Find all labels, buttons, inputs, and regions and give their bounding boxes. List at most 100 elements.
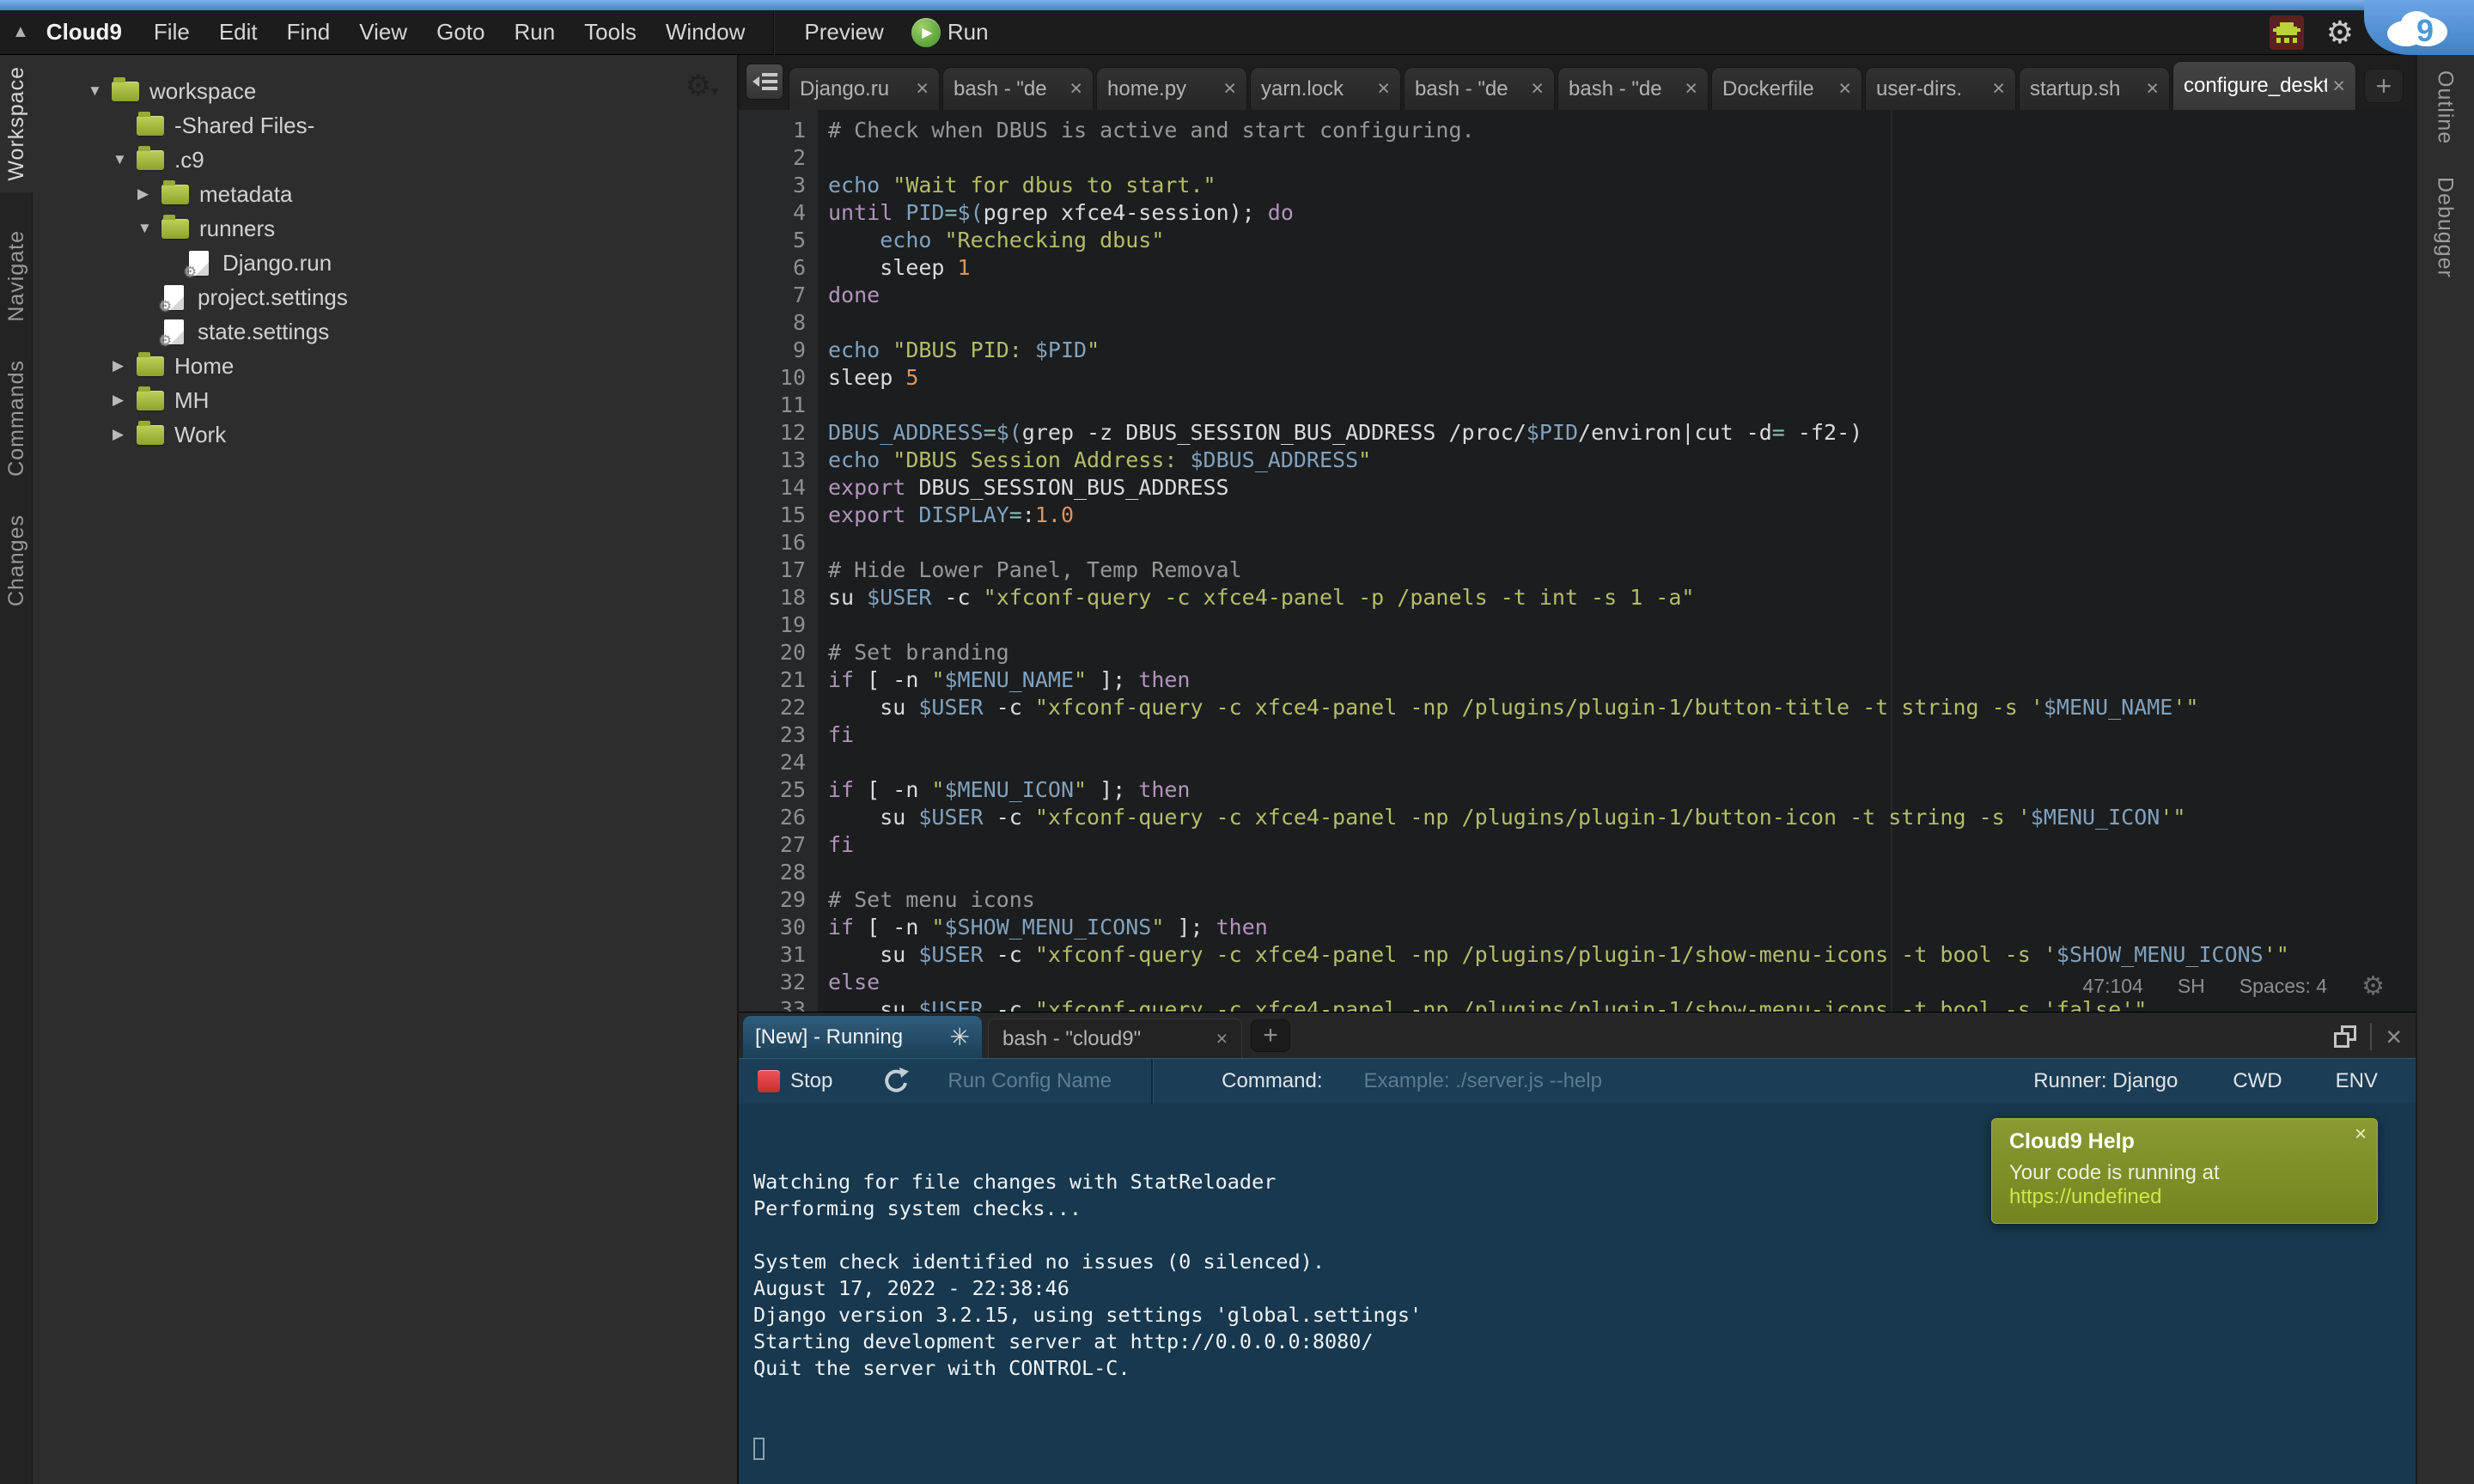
- close-tab-icon[interactable]: ×: [916, 76, 929, 101]
- tree-item-django-run[interactable]: Django.run: [33, 246, 737, 280]
- tree-item-runners[interactable]: ▼runners: [33, 211, 737, 246]
- run-config-name-input[interactable]: Run Config Name: [948, 1069, 1112, 1093]
- line-number[interactable]: 31: [739, 941, 806, 969]
- tab-list-button[interactable]: [746, 64, 783, 100]
- line-number[interactable]: 1: [739, 117, 806, 144]
- debugger-bug-icon[interactable]: [2270, 15, 2304, 50]
- workspace-settings-gear-icon[interactable]: ⚙▾: [685, 69, 718, 103]
- line-number[interactable]: 29: [739, 886, 806, 914]
- tree-item--shared-files-[interactable]: -Shared Files-: [33, 108, 737, 143]
- line-number[interactable]: 14: [739, 474, 806, 502]
- tree-item-work[interactable]: ▶Work: [33, 417, 737, 452]
- close-tab-icon[interactable]: ×: [2146, 76, 2159, 101]
- disclosure-closed-icon[interactable]: ▶: [113, 357, 137, 374]
- settings-gear-icon[interactable]: ⚙: [2326, 15, 2354, 51]
- menu-window[interactable]: Window: [666, 19, 745, 46]
- editor-tab-bash-de[interactable]: bash - "de×: [942, 67, 1094, 110]
- line-number[interactable]: 15: [739, 502, 806, 529]
- run-button[interactable]: ▶ Run: [911, 18, 989, 47]
- close-tab-icon[interactable]: ×: [1223, 76, 1236, 101]
- line-number[interactable]: 18: [739, 584, 806, 611]
- running-url-link[interactable]: https://undefined: [2009, 1185, 2161, 1208]
- disclosure-closed-icon[interactable]: ▶: [137, 186, 161, 203]
- new-console-tab-button[interactable]: +: [1251, 1019, 1290, 1052]
- close-tab-icon[interactable]: ×: [1216, 1027, 1228, 1050]
- line-number[interactable]: 28: [739, 859, 806, 886]
- close-tab-icon[interactable]: ×: [1377, 76, 1390, 101]
- tree-item-mh[interactable]: ▶MH: [33, 383, 737, 417]
- line-number[interactable]: 16: [739, 529, 806, 556]
- rail-tab-debugger[interactable]: Debugger: [2416, 177, 2474, 278]
- maximize-panel-icon[interactable]: [2334, 1025, 2356, 1048]
- line-number[interactable]: 23: [739, 721, 806, 749]
- new-tab-button[interactable]: +: [2364, 69, 2404, 103]
- collapse-menubar-icon[interactable]: ▲: [12, 22, 29, 42]
- cloud9-logo-icon[interactable]: 9: [2382, 6, 2456, 49]
- notification-close-icon[interactable]: ×: [2355, 1122, 2367, 1146]
- rail-tab-workspace[interactable]: Workspace: [0, 55, 34, 192]
- editor-code-area[interactable]: # Check when DBUS is active and start co…: [818, 110, 2416, 1012]
- console-tab-bash-cloud9-[interactable]: bash - "cloud9"×: [988, 1019, 1242, 1058]
- line-number[interactable]: 2: [739, 144, 806, 172]
- menu-goto[interactable]: Goto: [436, 19, 484, 46]
- line-number[interactable]: 12: [739, 419, 806, 447]
- editor-gutter[interactable]: 1234567891011121314151617181920212223242…: [739, 110, 818, 1012]
- command-input[interactable]: Example: ./server.js --help: [1364, 1069, 1602, 1093]
- restart-icon[interactable]: [882, 1067, 910, 1096]
- cursor-position[interactable]: 47:104: [2082, 975, 2142, 998]
- indent-setting[interactable]: Spaces: 4: [2239, 975, 2327, 998]
- line-number[interactable]: 13: [739, 447, 806, 474]
- rail-tab-changes[interactable]: Changes: [0, 514, 33, 606]
- line-number[interactable]: 24: [739, 749, 806, 776]
- line-number[interactable]: 26: [739, 804, 806, 831]
- line-number[interactable]: 10: [739, 364, 806, 392]
- menu-file[interactable]: File: [154, 19, 190, 46]
- menu-cloud9[interactable]: Cloud9: [46, 19, 122, 46]
- close-tab-icon[interactable]: ×: [1685, 76, 1697, 101]
- editor-prefs-gear-icon[interactable]: ⚙: [2361, 971, 2385, 1001]
- menu-view[interactable]: View: [359, 19, 407, 46]
- editor-tab-django-ru[interactable]: Django.ru×: [789, 67, 940, 110]
- line-number[interactable]: 4: [739, 199, 806, 227]
- editor-tab-bash-de[interactable]: bash - "de×: [1404, 67, 1555, 110]
- editor-tab-bash-de[interactable]: bash - "de×: [1557, 67, 1709, 110]
- editor-tab-configure-deskt[interactable]: configure_deskt×: [2172, 61, 2356, 110]
- menu-tools[interactable]: Tools: [584, 19, 637, 46]
- stop-button-label[interactable]: Stop: [790, 1069, 832, 1093]
- editor-tab-home-py[interactable]: home.py×: [1096, 67, 1247, 110]
- disclosure-open-icon[interactable]: ▼: [88, 82, 112, 100]
- tree-item-workspace[interactable]: ▼workspace: [33, 74, 737, 108]
- line-number[interactable]: 11: [739, 392, 806, 419]
- editor-tab-user-dirs-[interactable]: user-dirs.×: [1865, 67, 2016, 110]
- tree-item-project-settings[interactable]: project.settings: [33, 280, 737, 314]
- tree-item-metadata[interactable]: ▶metadata: [33, 177, 737, 211]
- tree-item-state-settings[interactable]: state.settings: [33, 314, 737, 349]
- disclosure-open-icon[interactable]: ▼: [137, 220, 161, 237]
- line-number[interactable]: 19: [739, 611, 806, 639]
- cwd-button[interactable]: CWD: [2233, 1069, 2282, 1093]
- close-tab-icon[interactable]: ×: [2332, 74, 2345, 99]
- close-tab-icon[interactable]: ×: [1069, 76, 1082, 101]
- line-number[interactable]: 32: [739, 969, 806, 996]
- env-button[interactable]: ENV: [2336, 1069, 2378, 1093]
- close-tab-icon[interactable]: ×: [1838, 76, 1851, 101]
- line-number[interactable]: 9: [739, 337, 806, 364]
- line-number[interactable]: 22: [739, 694, 806, 721]
- syntax-mode[interactable]: SH: [2178, 975, 2205, 998]
- menu-run[interactable]: Run: [514, 19, 555, 46]
- tree-item-home[interactable]: ▶Home: [33, 349, 737, 383]
- line-number[interactable]: 33: [739, 996, 806, 1012]
- close-panel-icon[interactable]: ×: [2386, 1025, 2402, 1048]
- rail-tab-commands[interactable]: Commands: [0, 360, 33, 477]
- close-tab-icon[interactable]: ×: [1531, 76, 1544, 101]
- rail-tab-outline[interactable]: Outline: [2416, 70, 2474, 144]
- menu-find[interactable]: Find: [287, 19, 331, 46]
- editor-tab-startup-sh[interactable]: startup.sh×: [2019, 67, 2170, 110]
- line-number[interactable]: 17: [739, 556, 806, 584]
- stop-icon[interactable]: [758, 1070, 780, 1092]
- line-number[interactable]: 27: [739, 831, 806, 859]
- line-number[interactable]: 3: [739, 172, 806, 199]
- editor-tab-dockerfile[interactable]: Dockerfile×: [1711, 67, 1862, 110]
- line-number[interactable]: 20: [739, 639, 806, 666]
- preview-button[interactable]: Preview: [804, 19, 883, 46]
